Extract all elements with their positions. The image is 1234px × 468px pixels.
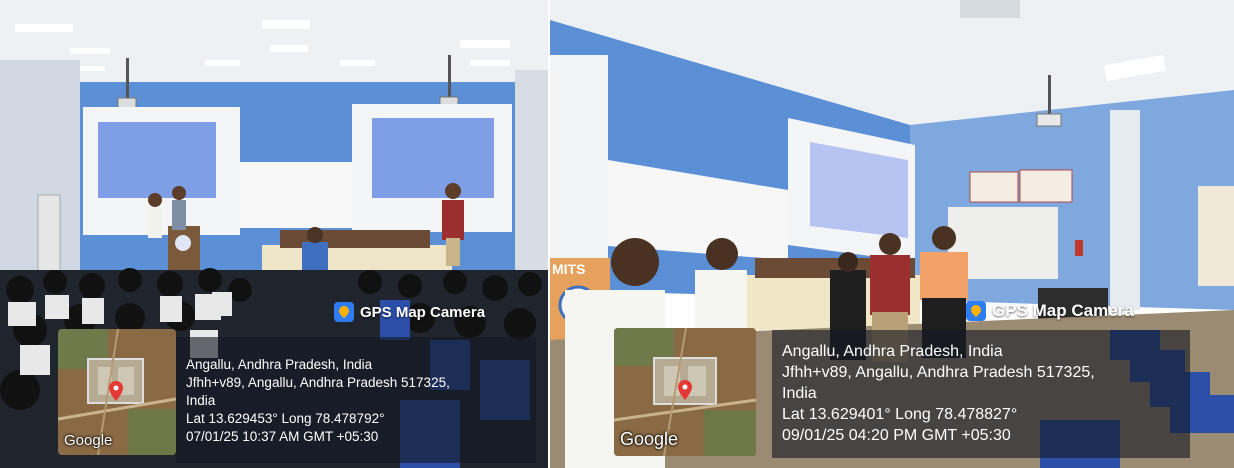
map-thumbnail: Google xyxy=(614,328,756,456)
address-line-2: India xyxy=(186,392,216,408)
gps-info-card: Google Angallu, Andhra Pradesh, India Jf… xyxy=(58,329,536,463)
map-pin-icon xyxy=(109,381,123,401)
coordinates: Lat 13.629453° Long 78.478792° xyxy=(186,410,385,426)
gps-map-camera-icon xyxy=(334,302,354,322)
address-line-1: Jfhh+v89, Angallu, Andhra Pradesh 517325… xyxy=(782,364,1095,381)
gps-map-camera-icon xyxy=(966,301,986,321)
gps-map-camera-label: GPS Map Camera xyxy=(992,301,1134,320)
map-pin-icon xyxy=(678,380,692,400)
location-info-box: Angallu, Andhra Pradesh, India Jfhh+v89,… xyxy=(176,337,536,463)
coordinates: Lat 13.629401° Long 78.478827° xyxy=(782,406,1018,423)
address-line-2: India xyxy=(782,385,817,402)
timestamp: 07/01/25 10:37 AM GMT +05:30 xyxy=(186,428,379,444)
map-thumbnail: Google xyxy=(58,329,176,455)
gps-map-camera-header: GPS Map Camera xyxy=(334,302,485,322)
place-name: Angallu, Andhra Pradesh, India xyxy=(782,343,1003,360)
timestamp: 09/01/25 04:20 PM GMT +05:30 xyxy=(782,427,1011,444)
location-info-box: Angallu, Andhra Pradesh, India Jfhh+v89,… xyxy=(772,330,1190,458)
google-map-label: Google xyxy=(620,429,679,449)
svg-text:MITS: MITS xyxy=(552,261,585,277)
google-map-label: Google xyxy=(64,432,113,449)
address-line-1: Jfhh+v89, Angallu, Andhra Pradesh 517325… xyxy=(186,374,450,390)
place-name: Angallu, Andhra Pradesh, India xyxy=(186,356,373,372)
gps-info-card: Google Angallu, Andhra Pradesh, India Jf… xyxy=(614,328,1190,458)
gps-map-camera-header: GPS Map Camera xyxy=(966,301,1134,321)
gps-map-camera-label: GPS Map Camera xyxy=(360,303,486,321)
photo-left: GPS Map Camera Google Angallu, Andhra Pr… xyxy=(0,0,548,468)
photo-right: MITS GPS Map Camera Google Angallu, Andh… xyxy=(550,0,1234,468)
